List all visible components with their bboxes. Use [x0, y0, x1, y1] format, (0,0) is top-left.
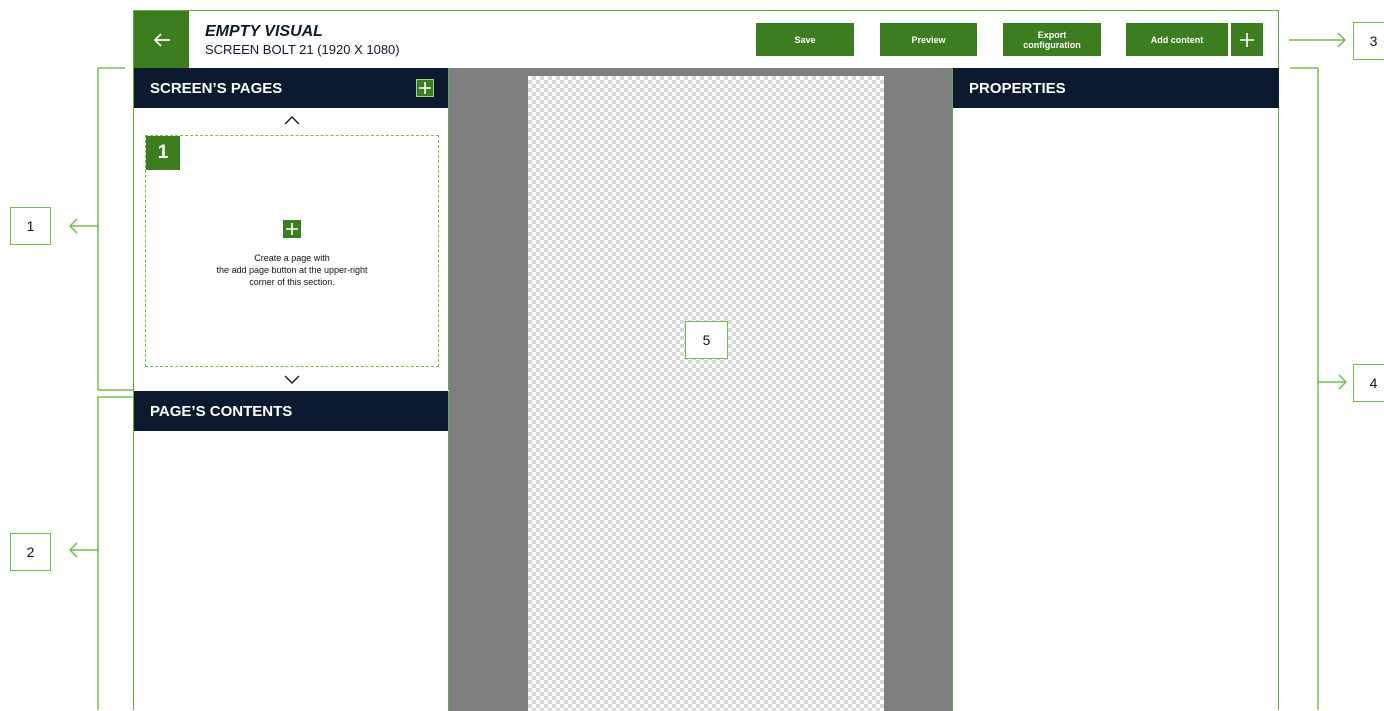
screens-pages-title: SCREEN’S PAGES — [150, 79, 283, 97]
properties-panel: PROPERTIES — [952, 68, 1279, 711]
arrow-left-icon — [153, 32, 170, 47]
callout-1: 1 — [10, 207, 51, 245]
screens-pages-panel: SCREEN’S PAGES 1 Create a page with the … — [134, 68, 449, 390]
add-content-plus-button[interactable] — [1231, 23, 1263, 56]
plus-icon — [286, 223, 298, 235]
callout-4: 4 — [1353, 364, 1384, 402]
screens-pages-header: SCREEN’S PAGES — [134, 68, 448, 108]
add-page-button[interactable] — [416, 79, 434, 97]
visual-title: EMPTY VISUAL — [205, 23, 323, 40]
preview-canvas[interactable] — [528, 76, 884, 711]
back-button[interactable] — [134, 11, 189, 68]
empty-page-message: Create a page with the add page button a… — [216, 253, 368, 287]
pages-contents-header: PAGE’S CONTENTS — [134, 391, 448, 431]
pages-contents-title: PAGE’S CONTENTS — [150, 402, 293, 420]
export-configuration-button[interactable]: Export configuration — [1003, 23, 1101, 56]
properties-header: PROPERTIES — [953, 68, 1279, 108]
chevron-up-icon[interactable] — [284, 115, 300, 125]
page-number-badge: 1 — [146, 136, 180, 170]
title-block: EMPTY VISUAL SCREEN BOLT 21 (1920 X 1080… — [205, 22, 400, 58]
save-button[interactable]: Save — [756, 23, 854, 56]
plus-icon — [419, 82, 431, 94]
callout-5: 5 — [685, 321, 728, 359]
screen-subtitle: SCREEN BOLT 21 (1920 X 1080) — [205, 42, 400, 57]
top-bar: EMPTY VISUAL SCREEN BOLT 21 (1920 X 1080… — [134, 11, 1278, 68]
slot-add-page-button[interactable] — [283, 220, 301, 238]
preview-button[interactable]: Preview — [880, 23, 977, 56]
callout-3: 3 — [1353, 22, 1384, 60]
add-content-button[interactable]: Add content — [1126, 23, 1228, 56]
app-window: EMPTY VISUAL SCREEN BOLT 21 (1920 X 1080… — [133, 10, 1279, 711]
canvas-area: 5 — [449, 68, 952, 711]
chevron-down-icon[interactable] — [284, 375, 300, 385]
pages-contents-panel: PAGE’S CONTENTS — [134, 391, 449, 711]
properties-title: PROPERTIES — [969, 79, 1066, 97]
callout-2: 2 — [10, 533, 51, 571]
plus-icon — [1240, 32, 1254, 47]
page-slot: 1 Create a page with the add page button… — [145, 135, 439, 367]
